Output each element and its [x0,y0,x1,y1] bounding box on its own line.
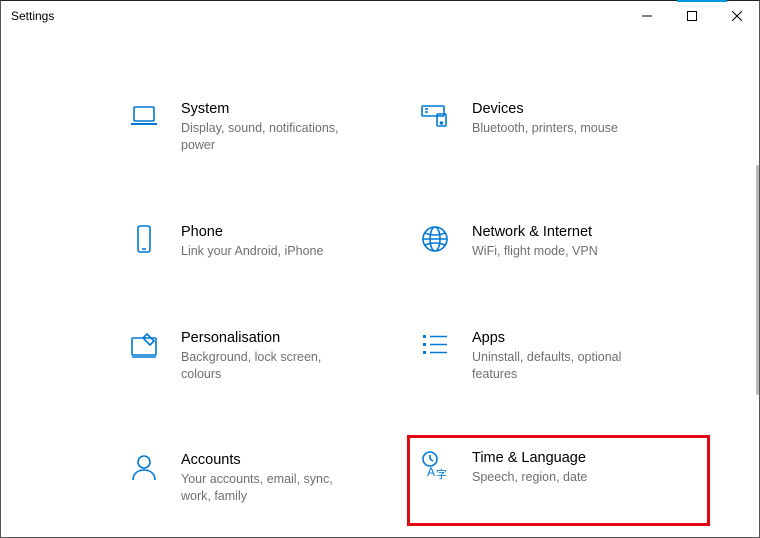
tile-title: Personalisation [181,330,361,346]
scrollbar-track[interactable] [755,31,759,537]
tile-title: Phone [181,224,323,240]
tile-title: Apps [472,330,652,346]
tile-desc: Your accounts, email, sync, work, family [181,471,361,505]
laptop-icon [127,99,161,133]
tile-network-internet[interactable]: Network & Internet WiFi, flight mode, VP… [418,214,699,268]
personalisation-icon [127,328,161,362]
tile-devices[interactable]: Devices Bluetooth, printers, mouse [418,91,699,162]
tile-system[interactable]: System Display, sound, notifications, po… [127,91,408,162]
tile-accounts[interactable]: Accounts Your accounts, email, sync, wor… [127,442,408,513]
tile-desc: Link your Android, iPhone [181,243,323,260]
time-language-icon: A字 [418,448,452,482]
tile-title: Accounts [181,452,361,468]
tile-desc: Bluetooth, printers, mouse [472,120,618,137]
tile-time-language[interactable]: A字 Time & Language Speech, region, date [408,436,709,525]
tile-desc: WiFi, flight mode, VPN [472,243,598,260]
tile-apps[interactable]: Apps Uninstall, defaults, optional featu… [418,320,699,391]
tile-title: Network & Internet [472,224,598,240]
tile-phone[interactable]: Phone Link your Android, iPhone [127,214,408,268]
maximize-button[interactable] [669,1,714,31]
svg-text:A: A [427,465,435,479]
settings-content: System Display, sound, notifications, po… [1,31,759,537]
tile-personalisation[interactable]: Personalisation Background, lock screen,… [127,320,408,391]
settings-grid: System Display, sound, notifications, po… [1,31,759,537]
phone-icon [127,222,161,256]
tile-desc: Uninstall, defaults, optional features [472,349,652,383]
close-button[interactable] [714,1,759,31]
scrollbar-thumb[interactable] [756,165,759,395]
svg-text:字: 字 [436,467,447,481]
window-title: Settings [11,9,54,23]
tile-desc: Display, sound, notifications, power [181,120,361,154]
titlebar: Settings [1,1,759,31]
minimize-button[interactable] [624,1,669,31]
tile-title: Time & Language [472,450,587,466]
tile-desc: Speech, region, date [472,469,587,486]
globe-icon [418,222,452,256]
devices-icon [418,99,452,133]
person-icon [127,450,161,484]
tile-title: Devices [472,101,618,117]
window-controls [624,1,759,31]
tile-title: System [181,101,361,117]
tile-desc: Background, lock screen, colours [181,349,361,383]
apps-list-icon [418,328,452,362]
